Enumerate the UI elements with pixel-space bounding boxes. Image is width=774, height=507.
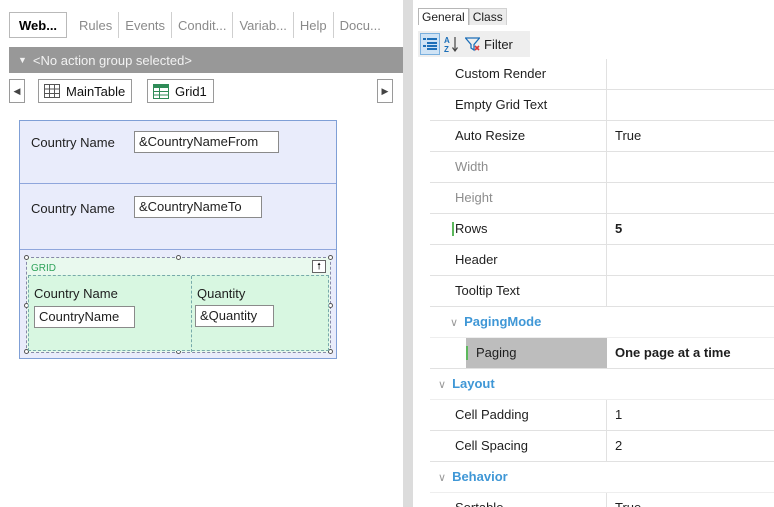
tab-help[interactable]: Help xyxy=(294,12,334,38)
property-name: Height xyxy=(455,183,607,213)
tab-variables[interactable]: Variab... xyxy=(233,12,294,38)
category-behavior[interactable]: ∨ Behavior xyxy=(430,462,774,493)
breadcrumb-maintable[interactable]: MainTable xyxy=(38,79,133,103)
scroll-right-button[interactable]: ▶ xyxy=(377,79,393,103)
property-row-sortable[interactable]: Sortable True xyxy=(430,493,774,507)
country-name-from-label: Country Name xyxy=(31,135,115,150)
column-divider xyxy=(191,276,192,352)
property-name: Auto Resize xyxy=(455,121,607,151)
property-row-auto-resize[interactable]: Auto Resize True xyxy=(430,121,774,152)
grid-columns: Country Name CountryName Quantity &Quant… xyxy=(28,275,329,352)
grid-type-label: GRID xyxy=(31,263,56,274)
breadcrumb-grid1[interactable]: Grid1 xyxy=(147,79,214,103)
country-name-to-field[interactable]: &CountryNameTo xyxy=(134,196,262,218)
caret-down-icon: ▼ xyxy=(18,55,27,65)
grid-icon xyxy=(153,83,169,99)
property-name: Paging xyxy=(466,338,607,368)
property-row-paging[interactable]: Paging One page at a time xyxy=(430,338,774,369)
breadcrumb-maintable-label: MainTable xyxy=(66,83,126,99)
alphabetical-sort-button[interactable]: A Z xyxy=(442,33,460,55)
chevron-down-icon[interactable]: ∨ xyxy=(438,472,446,484)
category-pagingmode[interactable]: ∨ PagingMode xyxy=(430,307,774,338)
property-row-cell-spacing[interactable]: Cell Spacing 2 xyxy=(430,431,774,462)
property-name: Header xyxy=(455,245,607,275)
filter-button[interactable]: Filter xyxy=(462,33,516,55)
property-value[interactable]: True xyxy=(615,493,641,507)
property-grid: Custom Render Empty Grid Text Auto Resiz… xyxy=(430,59,774,507)
resize-handle[interactable] xyxy=(24,255,29,260)
tab-conditions[interactable]: Condit... xyxy=(172,12,234,38)
property-name: Width xyxy=(455,152,607,182)
action-group-selector[interactable]: ▼ <No action group selected> xyxy=(9,47,403,73)
filter-icon xyxy=(465,36,480,51)
category-label: Behavior xyxy=(452,469,508,484)
breadcrumb: ◀ MainTable Grid1 ▶ xyxy=(9,79,403,105)
property-row-header[interactable]: Header xyxy=(430,245,774,276)
pane-splitter[interactable] xyxy=(403,0,413,507)
property-name: Cell Spacing xyxy=(455,431,607,461)
tab-class[interactable]: Class xyxy=(468,8,507,25)
properties-panel: General Class A Z Filter Custom Render E… xyxy=(413,0,774,507)
property-value[interactable]: One page at a time xyxy=(615,338,731,368)
grid1-control[interactable]: GRID 🠕 Country Name CountryName Quantity… xyxy=(24,255,333,354)
resize-handle[interactable] xyxy=(176,255,181,260)
modified-marker xyxy=(466,346,468,360)
property-name: Tooltip Text xyxy=(455,276,607,306)
filter-label: Filter xyxy=(484,36,513,52)
tab-general[interactable]: General xyxy=(418,8,469,25)
property-row-tooltip-text[interactable]: Tooltip Text xyxy=(430,276,774,307)
country-name-column-field[interactable]: CountryName xyxy=(34,306,135,328)
property-name: Cell Padding xyxy=(455,400,607,430)
breadcrumb-grid1-label: Grid1 xyxy=(175,83,207,99)
property-row-height[interactable]: Height xyxy=(430,183,774,214)
column-header-quantity[interactable]: Quantity xyxy=(197,286,245,301)
country-name-from-field[interactable]: &CountryNameFrom xyxy=(134,131,279,153)
form-row: Country Name &CountryNameFrom xyxy=(20,121,336,184)
country-name-to-label: Country Name xyxy=(31,201,115,216)
property-row-rows[interactable]: Rows 5 xyxy=(430,214,774,245)
category-layout[interactable]: ∨ Layout xyxy=(430,369,774,400)
tab-documentation[interactable]: Docu... xyxy=(334,12,387,38)
properties-tabs: General Class xyxy=(418,8,507,27)
category-label: PagingMode xyxy=(464,314,542,329)
table-icon xyxy=(44,84,60,98)
property-value[interactable]: 1 xyxy=(615,400,622,430)
properties-toolbar: A Z Filter xyxy=(418,31,530,57)
category-label: Layout xyxy=(452,376,495,391)
property-name: Sortable xyxy=(455,493,607,507)
property-row-custom-render[interactable]: Custom Render xyxy=(430,59,774,90)
categorized-icon xyxy=(423,38,437,50)
property-name: Rows xyxy=(455,214,607,244)
property-value[interactable]: 2 xyxy=(615,431,622,461)
tab-rules[interactable]: Rules xyxy=(73,12,120,38)
scroll-left-button[interactable]: ◀ xyxy=(9,79,25,103)
property-value[interactable]: True xyxy=(615,121,641,151)
select-parent-icon[interactable]: 🠕 xyxy=(312,260,326,273)
chevron-down-icon[interactable]: ∨ xyxy=(450,317,458,329)
chevron-down-icon[interactable]: ∨ xyxy=(438,379,446,391)
resize-handle[interactable] xyxy=(328,255,333,260)
svg-text:A: A xyxy=(444,36,450,45)
main-table[interactable]: Country Name &CountryNameFrom Country Na… xyxy=(19,120,337,359)
svg-text:Z: Z xyxy=(444,45,449,53)
form-row: Country Name &CountryNameTo xyxy=(20,184,336,250)
property-name: Empty Grid Text xyxy=(455,90,607,120)
property-value[interactable]: 5 xyxy=(615,214,622,244)
quantity-column-field[interactable]: &Quantity xyxy=(195,305,274,327)
web-form-designer: Web... Rules Events Condit... Variab... … xyxy=(0,0,403,507)
property-row-cell-padding[interactable]: Cell Padding 1 xyxy=(430,400,774,431)
modified-marker xyxy=(452,222,454,236)
property-name: Custom Render xyxy=(455,59,607,89)
tab-web[interactable]: Web... xyxy=(9,12,68,38)
action-group-label: <No action group selected> xyxy=(32,52,192,68)
column-header-country-name[interactable]: Country Name xyxy=(34,286,118,301)
property-row-width[interactable]: Width xyxy=(430,152,774,183)
designer-tabstrip: Web... Rules Events Condit... Variab... … xyxy=(9,11,403,39)
sort-az-icon: A Z xyxy=(444,36,458,53)
property-row-empty-grid-text[interactable]: Empty Grid Text xyxy=(430,90,774,121)
categorized-view-button[interactable] xyxy=(420,33,440,55)
tab-events[interactable]: Events xyxy=(119,12,173,38)
